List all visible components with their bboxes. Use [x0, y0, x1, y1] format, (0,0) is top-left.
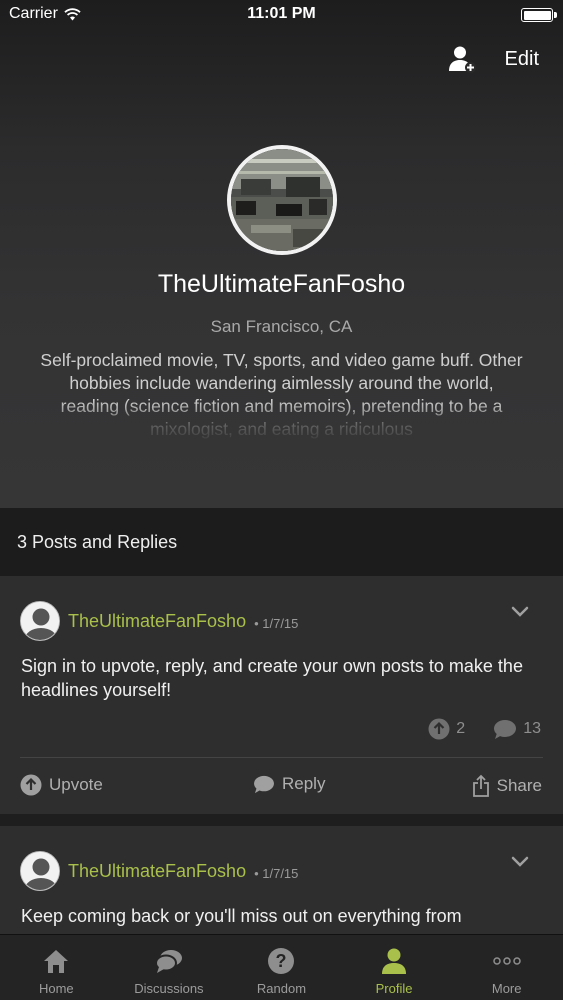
tab-discussions[interactable]: Discussions [113, 935, 226, 1000]
post-card[interactable]: TheUltimateFanFosho • 1/7/15 Keep coming… [0, 826, 563, 946]
post-author[interactable]: TheUltimateFanFosho [68, 861, 246, 882]
svg-text:?: ? [276, 951, 287, 971]
post-card[interactable]: TheUltimateFanFosho • 1/7/15 Sign in to … [0, 576, 563, 814]
tab-label: Profile [375, 981, 413, 996]
tab-label: Random [256, 981, 307, 996]
profile-bio[interactable]: Self-proclaimed movie, TV, sports, and v… [40, 349, 523, 441]
tab-label: More [491, 981, 522, 996]
reply-button[interactable]: Reply [253, 774, 325, 794]
tab-random[interactable]: ? Random [225, 935, 338, 1000]
post-stats: 2 13 [428, 718, 541, 740]
share-label: Share [496, 776, 542, 795]
share-icon [472, 774, 489, 797]
user-silhouette-icon [21, 852, 59, 890]
reply-label: Reply [282, 774, 326, 793]
post-text[interactable]: Sign in to upvote, reply, and create you… [21, 654, 546, 702]
tab-bar: Home Discussions ? Random Profile More [0, 934, 563, 1000]
profile-avatar[interactable] [227, 145, 337, 255]
reply-icon [254, 775, 274, 793]
more-icon [492, 957, 521, 965]
avatar[interactable] [20, 601, 60, 641]
comment-count: 13 [523, 720, 541, 737]
status-bar: Carrier 11:01 PM [0, 0, 563, 30]
chevron-down-icon[interactable] [511, 606, 529, 618]
battery-icon [521, 8, 557, 22]
upvote-icon [20, 774, 42, 796]
top-actions: Edit [447, 44, 539, 74]
share-button[interactable]: Share [472, 774, 542, 798]
tab-home[interactable]: Home [0, 935, 113, 1000]
profile-name: TheUltimateFanFosho [157, 270, 406, 298]
upvote-count: 2 [456, 720, 466, 737]
discussions-icon [154, 950, 182, 973]
post-date: • 1/7/15 [254, 615, 299, 631]
tab-label: Discussions [134, 981, 204, 996]
home-icon [44, 950, 69, 973]
question-icon: ? [268, 948, 295, 974]
posts-section-header: 3 Posts and Replies [0, 508, 563, 576]
post-author[interactable]: TheUltimateFanFosho [68, 611, 246, 632]
status-time: 11:01 PM [247, 5, 316, 22]
tab-label: Home [38, 981, 74, 996]
upvote-button[interactable]: Upvote [20, 774, 103, 796]
post-author-row: TheUltimateFanFosho • 1/7/15 [20, 600, 298, 642]
tab-more[interactable]: More [450, 935, 563, 1000]
post-date: • 1/7/15 [254, 865, 299, 881]
tab-profile[interactable]: Profile [338, 935, 451, 1000]
upvote-count-icon [428, 718, 450, 740]
edit-button[interactable]: Edit [505, 48, 539, 71]
posts-count-label: 3 Posts and Replies [17, 531, 178, 552]
post-author-row: TheUltimateFanFosho • 1/7/15 [20, 850, 298, 892]
profile-icon [382, 948, 407, 974]
add-user-icon[interactable] [447, 44, 477, 74]
profile-location: San Francisco, CA [210, 317, 353, 336]
user-silhouette-icon [21, 602, 59, 640]
profile-photo-image [231, 149, 333, 251]
avatar[interactable] [20, 851, 60, 891]
post-text[interactable]: Keep coming back or you'll miss out on e… [21, 904, 546, 934]
divider [20, 757, 543, 758]
comment-count-icon [494, 719, 517, 739]
chevron-down-icon[interactable] [511, 856, 529, 868]
upvote-label: Upvote [49, 775, 103, 794]
